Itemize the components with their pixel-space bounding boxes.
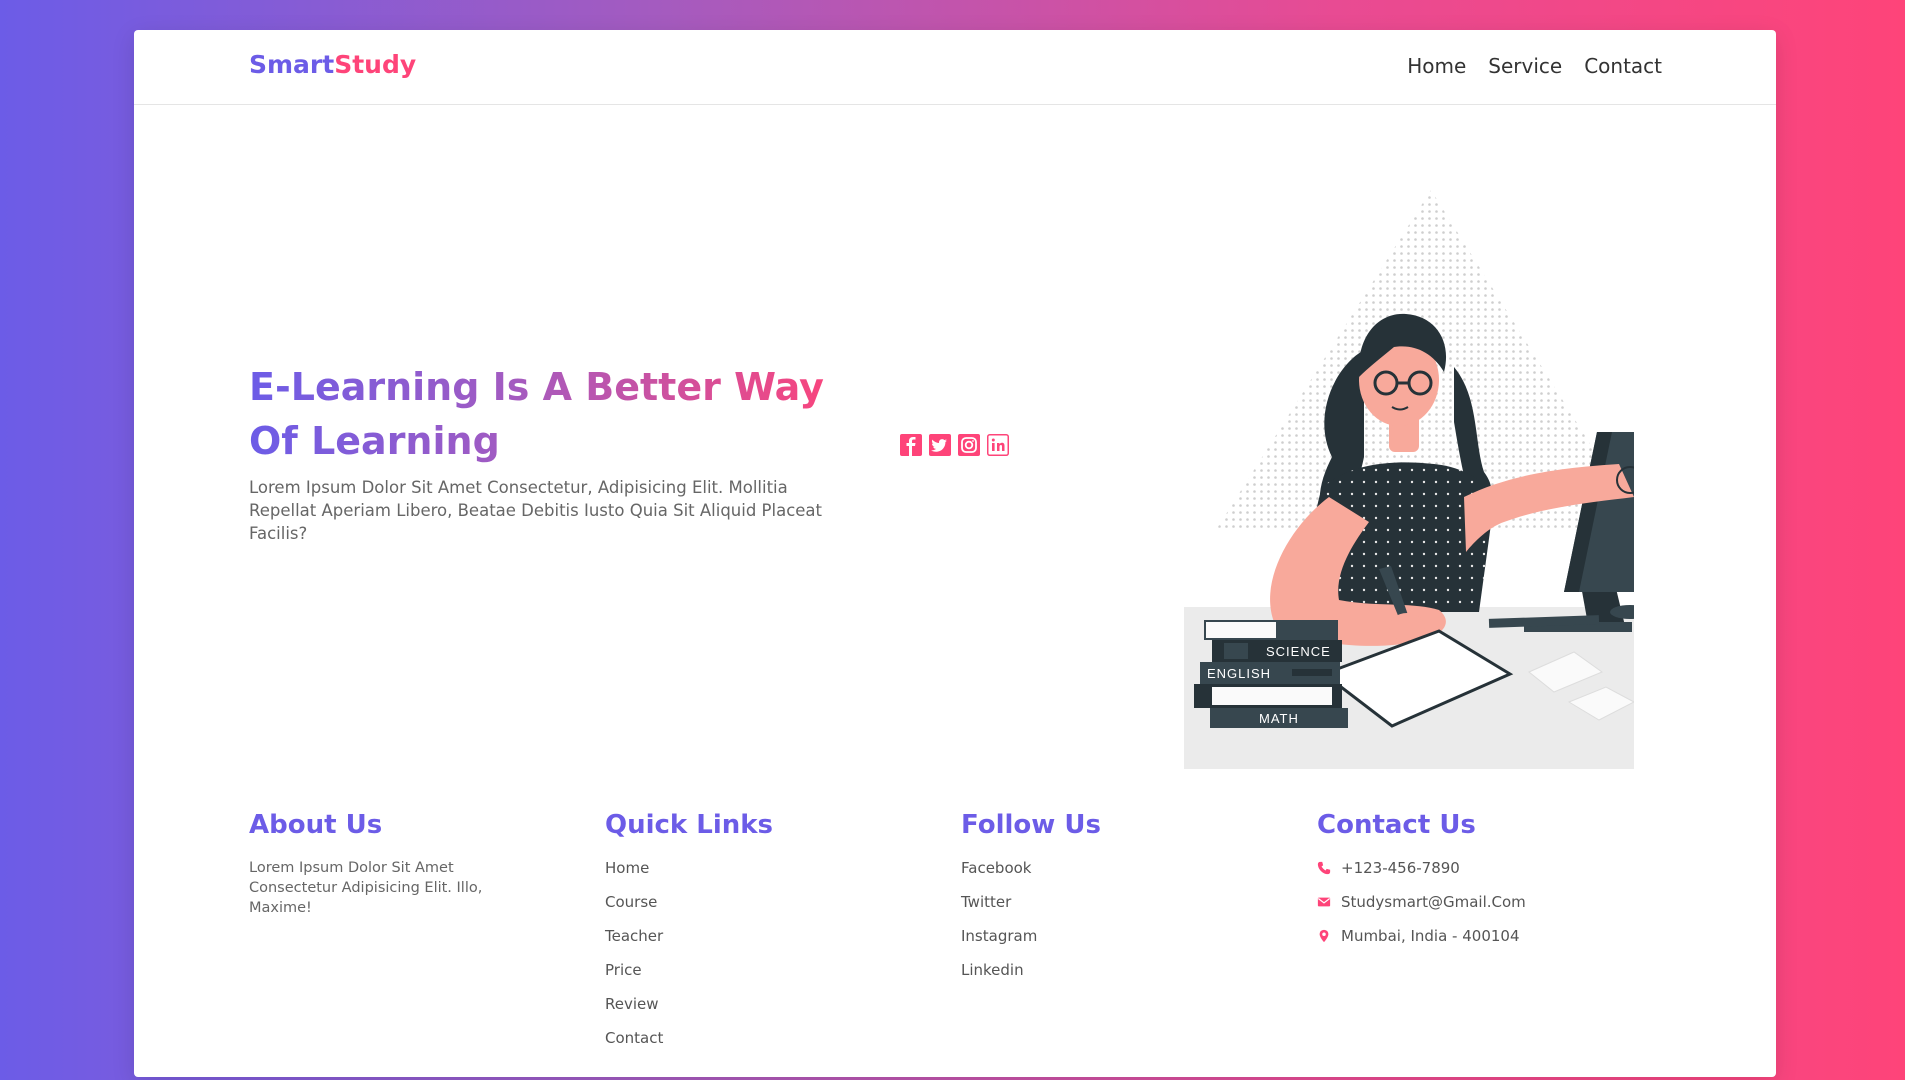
hero-social-icons xyxy=(900,434,1009,456)
nav-home-link[interactable]: Home xyxy=(1407,54,1466,78)
footer-about-title: About Us xyxy=(249,810,383,840)
envelope-icon xyxy=(1317,897,1331,907)
footer-contact: Contact Us +123-456-7890 Studysmart@Gmai… xyxy=(1317,810,1637,960)
nav-service-link[interactable]: Service xyxy=(1488,54,1562,78)
follow-item: Linkedin xyxy=(961,960,1281,994)
follow-item: Instagram xyxy=(961,926,1281,960)
contact-address: Mumbai, India - 400104 xyxy=(1317,926,1637,960)
quick-link-item: Home xyxy=(605,858,925,892)
contact-phone-text: +123-456-7890 xyxy=(1341,859,1460,877)
follow-item: Twitter xyxy=(961,892,1281,926)
phone-icon xyxy=(1317,861,1331,875)
contact-phone: +123-456-7890 xyxy=(1317,858,1637,892)
map-pin-icon xyxy=(1319,929,1329,943)
footer-quick-links: Quick Links Home Course Teacher Price Re… xyxy=(605,810,925,1062)
quick-link-price[interactable]: Price xyxy=(605,961,642,979)
follow-link-instagram[interactable]: Instagram xyxy=(961,927,1037,945)
linkedin-icon[interactable] xyxy=(987,434,1009,456)
follow-link-facebook[interactable]: Facebook xyxy=(961,859,1031,877)
footer-follow-title: Follow Us xyxy=(961,810,1101,840)
book-label-english: ENGLISH xyxy=(1207,666,1271,681)
hero-title: E-Learning Is A Better Way Of Learning xyxy=(249,360,849,468)
book-label-math: MATH xyxy=(1259,711,1299,726)
follow-item: Facebook xyxy=(961,858,1281,892)
quick-link-item: Course xyxy=(605,892,925,926)
quick-link-item: Contact xyxy=(605,1028,925,1062)
contact-email-text: Studysmart@Gmail.Com xyxy=(1341,893,1526,911)
footer-about-text: Lorem Ipsum Dolor Sit Amet Consectetur A… xyxy=(249,860,483,916)
nav-links: Home Service Contact xyxy=(1407,54,1662,78)
footer-contact-title: Contact Us xyxy=(1317,810,1476,840)
logo[interactable]: SmartStudy xyxy=(249,50,416,79)
navbar: SmartStudy Home Service Contact xyxy=(134,30,1776,105)
quick-link-home[interactable]: Home xyxy=(605,859,649,877)
books-stack: SCIENCE ENGLISH MATH xyxy=(1194,620,1348,728)
follow-link-twitter[interactable]: Twitter xyxy=(961,893,1011,911)
twitter-icon[interactable] xyxy=(929,434,951,456)
hero-illustration: SCIENCE ENGLISH MATH xyxy=(1184,190,1634,769)
contact-address-text: Mumbai, India - 400104 xyxy=(1341,927,1520,945)
hero-description: Lorem Ipsum Dolor Sit Amet Consectetur, … xyxy=(249,478,823,543)
page-card: SmartStudy Home Service Contact E-Learni… xyxy=(134,30,1776,1077)
footer-about: About Us Lorem Ipsum Dolor Sit Amet Cons… xyxy=(249,810,569,918)
quick-link-item: Teacher xyxy=(605,926,925,960)
follow-link-linkedin[interactable]: Linkedin xyxy=(961,961,1024,979)
quick-link-course[interactable]: Course xyxy=(605,893,657,911)
quick-link-contact[interactable]: Contact xyxy=(605,1029,663,1047)
quick-link-item: Review xyxy=(605,994,925,1028)
quick-link-item: Price xyxy=(605,960,925,994)
quick-link-review[interactable]: Review xyxy=(605,995,659,1013)
logo-part-smart: Smart xyxy=(249,50,335,79)
nav-contact-link[interactable]: Contact xyxy=(1584,54,1662,78)
instagram-icon[interactable] xyxy=(958,434,980,456)
footer-follow: Follow Us Facebook Twitter Instagram Lin… xyxy=(961,810,1281,994)
logo-part-study: Study xyxy=(334,50,417,79)
footer-quick-links-title: Quick Links xyxy=(605,810,774,840)
book-label-science: SCIENCE xyxy=(1266,644,1331,659)
facebook-icon[interactable] xyxy=(900,434,922,456)
quick-link-teacher[interactable]: Teacher xyxy=(605,927,663,945)
contact-email: Studysmart@Gmail.Com xyxy=(1317,892,1637,926)
